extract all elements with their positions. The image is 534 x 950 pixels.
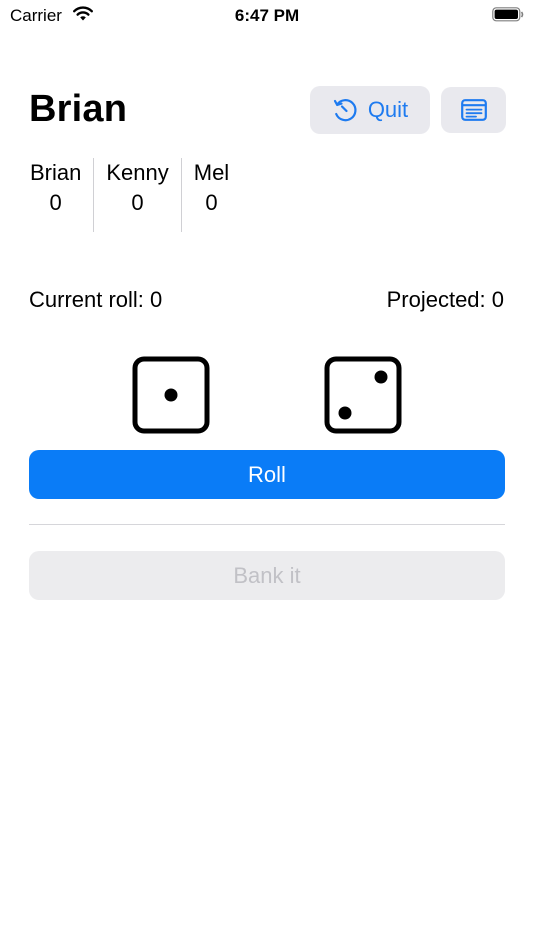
scoreboard: Brian 0 Kenny 0 Mel 0 xyxy=(18,158,241,232)
player-score-column: Kenny 0 xyxy=(93,158,180,232)
player-score-column: Brian 0 xyxy=(18,158,93,232)
note-text-icon xyxy=(460,99,487,121)
projected-label: Projected: 0 xyxy=(386,287,504,312)
player-score: 0 xyxy=(49,190,62,215)
die-two-icon xyxy=(324,356,402,434)
status-bar: Carrier 6:47 PM xyxy=(0,0,534,30)
player-score: 0 xyxy=(131,190,144,215)
player-name: Kenny xyxy=(106,160,169,185)
status-time: 6:47 PM xyxy=(234,6,300,25)
counterclockwise-arrow-icon xyxy=(333,99,357,122)
quit-button-label: Quit xyxy=(367,97,409,122)
quit-button[interactable]: Quit xyxy=(310,86,430,134)
die-one-icon xyxy=(132,356,210,434)
player-name: Brian xyxy=(30,160,82,185)
bank-it-button[interactable]: Bank it xyxy=(29,551,505,600)
battery-icon xyxy=(492,7,524,22)
player-score-column: Mel 0 xyxy=(180,158,241,232)
divider xyxy=(29,524,505,525)
current-player-title: Brian xyxy=(29,88,128,130)
player-name: Mel xyxy=(193,160,230,185)
player-score: 0 xyxy=(205,190,218,215)
notes-button[interactable] xyxy=(441,87,506,133)
roll-button[interactable]: Roll xyxy=(29,450,505,499)
current-roll-label: Current roll: 0 xyxy=(29,287,163,312)
